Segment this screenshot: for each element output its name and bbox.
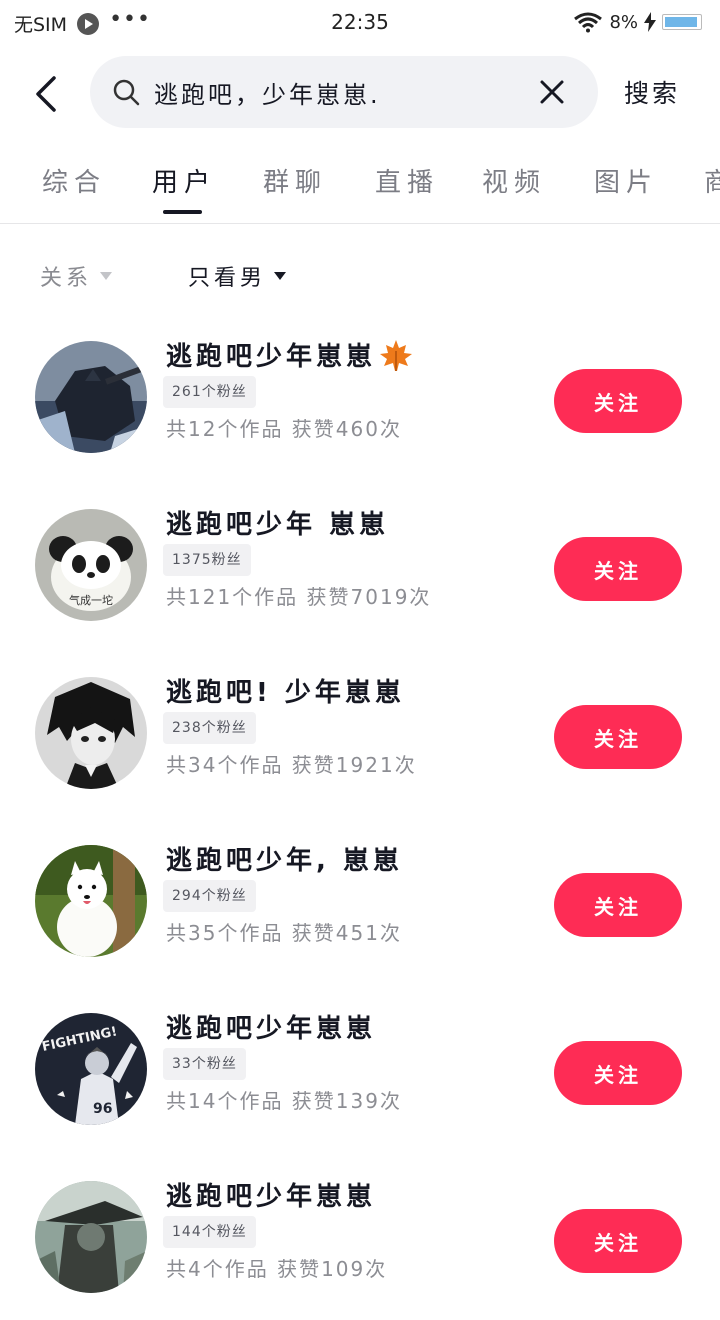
- user-name: 逃跑吧! 少年崽崽: [166, 678, 405, 708]
- avatar: 气成一坨: [35, 509, 147, 621]
- charging-icon: [644, 12, 656, 32]
- user-name: 逃跑吧少年崽崽: [166, 1014, 377, 1044]
- clear-icon[interactable]: [536, 76, 568, 108]
- fans-count-badge: 33个粉丝: [163, 1048, 246, 1080]
- fans-count-badge: 294个粉丝: [163, 880, 256, 912]
- avatar: [35, 677, 147, 789]
- status-bar: 无SIM ••• 22:35 8%: [0, 0, 720, 46]
- relation-filter[interactable]: 关系: [40, 260, 113, 292]
- follow-button[interactable]: 关注: [554, 873, 682, 937]
- user-stats: 共12个作品 获赞460次: [166, 417, 402, 441]
- avatar: [35, 341, 147, 453]
- user-list: 逃跑吧少年崽崽 261个粉丝 共12个作品 获赞460次 关注 气成一坨 逃跑吧…: [0, 312, 720, 1320]
- avatar-anime-boy-image: [35, 677, 147, 789]
- avatar: [35, 845, 147, 957]
- user-name: 逃跑吧少年 崽崽: [166, 510, 390, 540]
- gender-filter[interactable]: 只看男: [188, 260, 287, 292]
- user-row[interactable]: 逃跑吧少年, 崽崽 294个粉丝 共35个作品 获赞451次 关注: [0, 816, 720, 984]
- avatar-caption: 气成一坨: [69, 593, 113, 607]
- user-row[interactable]: 逃跑吧少年崽崽 261个粉丝 共12个作品 获赞460次 关注: [0, 312, 720, 480]
- tab-comprehensive[interactable]: 综合: [42, 162, 106, 199]
- avatar-white-dog-image: [35, 845, 147, 957]
- follow-button[interactable]: 关注: [554, 537, 682, 601]
- back-arrow-icon[interactable]: [28, 74, 68, 114]
- user-stats: 共35个作品 获赞451次: [166, 921, 402, 945]
- gender-filter-label: 只看男: [188, 266, 267, 291]
- fans-count-badge: 238个粉丝: [163, 712, 256, 744]
- user-row[interactable]: FIGHTING! 96 逃跑吧少年崽崽 33个粉丝 共14个作品 获赞139次…: [0, 984, 720, 1152]
- tab-users[interactable]: 用户: [152, 162, 216, 199]
- tab-video[interactable]: 视频: [482, 162, 546, 199]
- battery-icon: [662, 14, 702, 30]
- user-row[interactable]: 逃跑吧少年崽崽 144个粉丝 共4个作品 获赞109次 关注: [0, 1152, 720, 1320]
- filter-row: 关系 只看男: [0, 250, 720, 298]
- follow-button[interactable]: 关注: [554, 705, 682, 769]
- user-stats: 共4个作品 获赞109次: [166, 1257, 388, 1281]
- tab-shop[interactable]: 商: [704, 162, 720, 199]
- user-name: 逃跑吧少年崽崽: [166, 1182, 377, 1212]
- battery-percent: 8%: [609, 11, 638, 33]
- battery-fill: [665, 17, 697, 27]
- tab-images[interactable]: 图片: [594, 162, 658, 199]
- caret-down-icon: [100, 272, 113, 280]
- fans-count-badge: 144个粉丝: [163, 1216, 256, 1248]
- fans-count-badge: 1375粉丝: [163, 544, 251, 576]
- avatar-fighting-image: FIGHTING! 96: [35, 1013, 147, 1125]
- tab-group-chat[interactable]: 群聊: [263, 162, 327, 199]
- user-name: 逃跑吧少年崽崽: [166, 336, 414, 373]
- avatar: FIGHTING! 96: [35, 1013, 147, 1125]
- user-row[interactable]: 气成一坨 逃跑吧少年 崽崽 1375粉丝 共121个作品 获赞7019次 关注: [0, 480, 720, 648]
- avatar-panda-image: 气成一坨: [35, 509, 147, 621]
- follow-button[interactable]: 关注: [554, 1209, 682, 1273]
- avatar: [35, 1181, 147, 1293]
- avatar-dark-figure-image: [35, 341, 147, 453]
- search-button[interactable]: 搜索: [624, 74, 680, 110]
- search-box[interactable]: [90, 56, 598, 128]
- avatar-jersey-number: 96: [93, 1101, 112, 1117]
- relation-filter-label: 关系: [40, 266, 93, 291]
- search-icon: [113, 79, 140, 106]
- user-row[interactable]: 逃跑吧! 少年崽崽 238个粉丝 共34个作品 获赞1921次 关注: [0, 648, 720, 816]
- caret-down-icon: [274, 272, 287, 280]
- wifi-icon: [574, 12, 603, 33]
- fans-count-badge: 261个粉丝: [163, 376, 256, 408]
- user-stats: 共121个作品 获赞7019次: [166, 585, 432, 609]
- active-tab-indicator: [163, 210, 202, 214]
- follow-button[interactable]: 关注: [554, 369, 682, 433]
- tab-bar: 综合 用户 群聊 直播 视频 图片 商: [0, 148, 720, 224]
- maple-leaf-icon: [380, 339, 413, 371]
- status-right: 8%: [573, 11, 702, 33]
- follow-button[interactable]: 关注: [554, 1041, 682, 1105]
- user-stats: 共34个作品 获赞1921次: [166, 753, 417, 777]
- tab-live[interactable]: 直播: [375, 162, 439, 199]
- search-bar-row: 搜索: [0, 56, 720, 130]
- user-name-text: 逃跑吧少年崽崽: [166, 342, 377, 372]
- user-name: 逃跑吧少年, 崽崽: [166, 846, 403, 876]
- search-input[interactable]: [154, 70, 504, 114]
- user-stats: 共14个作品 获赞139次: [166, 1089, 402, 1113]
- avatar-hat-figure-image: [35, 1181, 147, 1293]
